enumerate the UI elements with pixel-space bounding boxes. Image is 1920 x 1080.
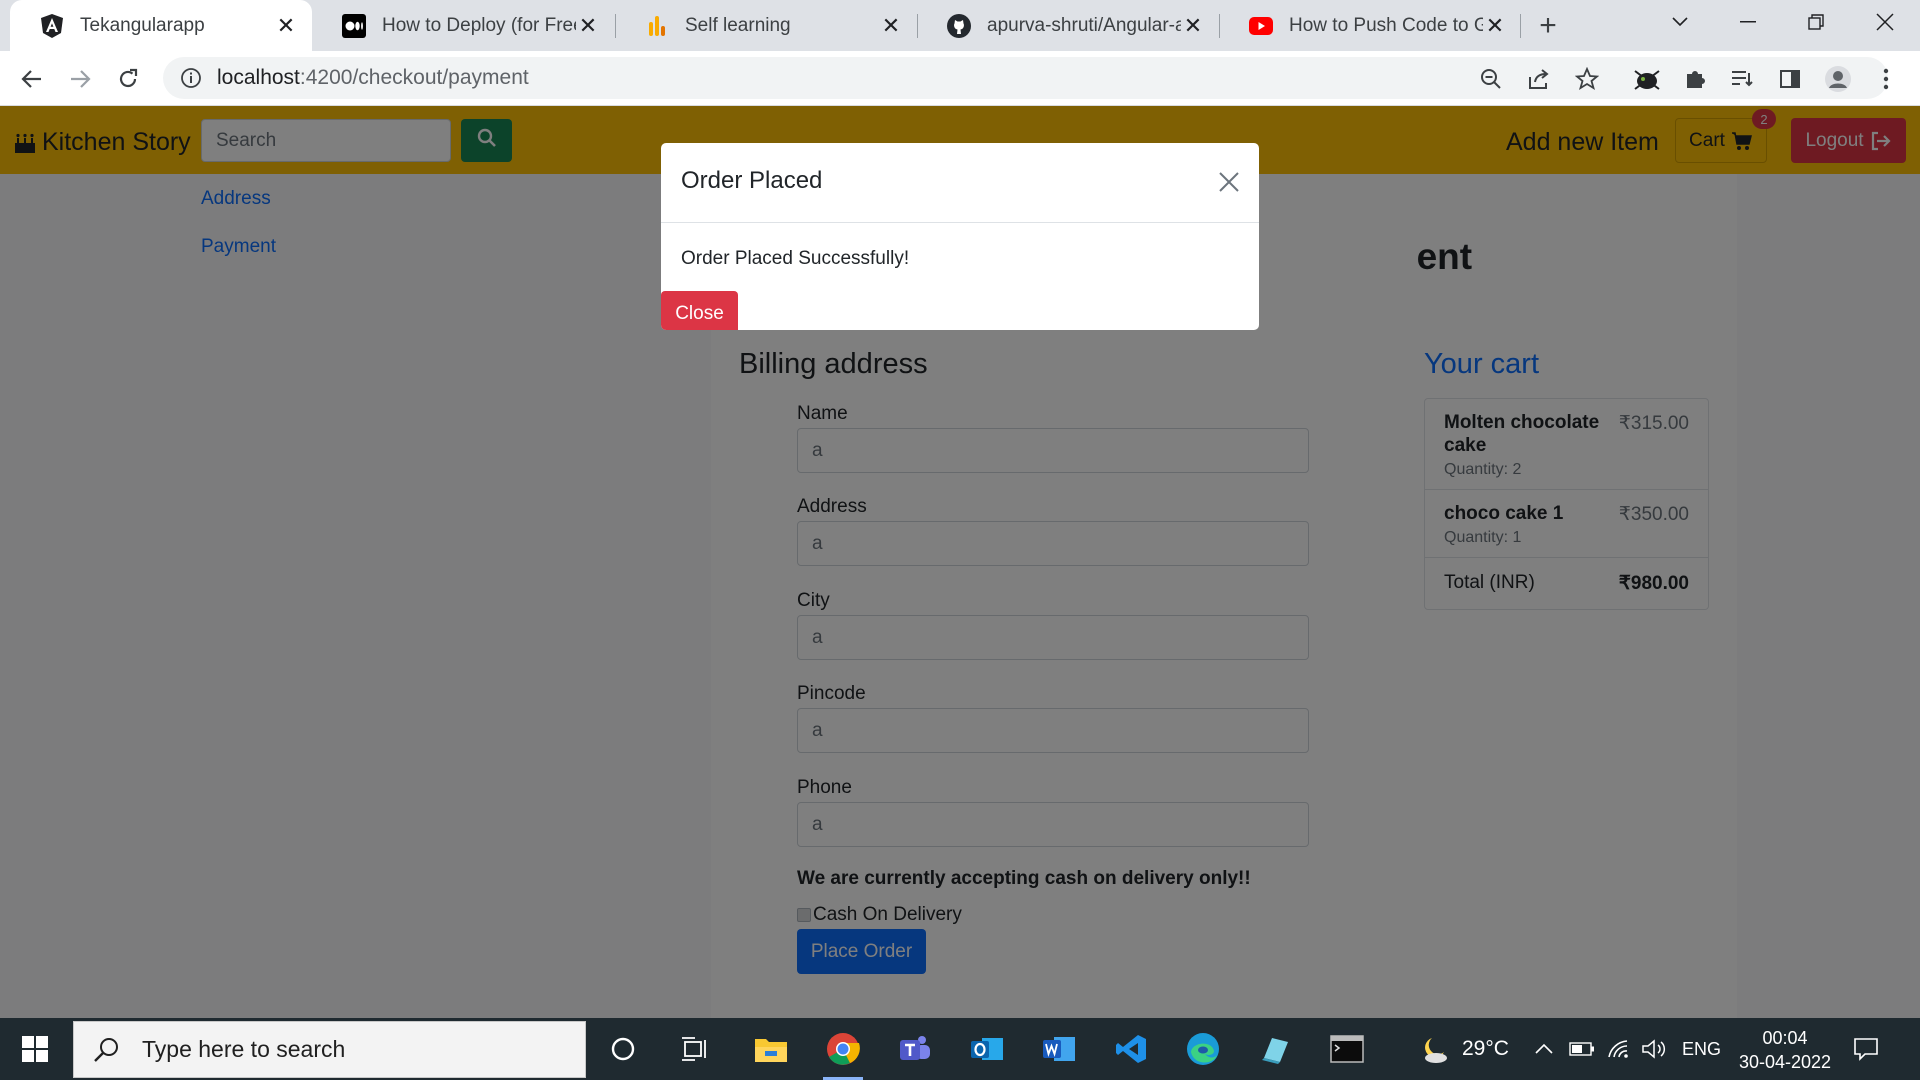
reload-icon[interactable] <box>110 61 146 97</box>
moon-cloud-icon <box>1425 1038 1447 1063</box>
cortana-icon[interactable] <box>597 1026 649 1072</box>
forward-arrow-icon[interactable] <box>62 61 98 97</box>
youtube-icon <box>1249 14 1273 38</box>
browser-tab-strip: Tekangularapp ✕ How to Deploy (for Free)… <box>0 0 1920 51</box>
close-icon[interactable]: ✕ <box>1483 13 1507 38</box>
bookmark-star-icon[interactable] <box>1569 61 1605 97</box>
side-panel-icon[interactable] <box>1772 61 1808 97</box>
restore-icon[interactable] <box>1781 0 1851 44</box>
teams-icon[interactable] <box>889 1026 941 1072</box>
edge-icon[interactable] <box>1177 1026 1229 1072</box>
show-hidden-icons-chevron-icon[interactable] <box>1534 1018 1554 1080</box>
modal-message: Order Placed Successfully! <box>681 248 910 269</box>
tab-title: How to Push Code to Gith <box>1289 14 1483 36</box>
browser-tab-youtube[interactable]: How to Push Code to Gith ✕ <box>1219 0 1521 51</box>
windows-start-icon[interactable] <box>0 1018 70 1080</box>
browser-tab-self-learning[interactable]: Self learning ✕ <box>615 0 917 51</box>
clock-date: 30-04-2022 <box>1738 1052 1832 1072</box>
github-icon <box>947 13 971 38</box>
profile-avatar-icon[interactable] <box>1820 61 1856 97</box>
outlook-icon[interactable] <box>961 1026 1013 1072</box>
tab-title: Self learning <box>685 14 791 36</box>
url-text: localhost:4200/checkout/payment <box>217 66 529 89</box>
tab-title: Tekangularapp <box>80 14 205 36</box>
browser-tab-tekangularapp[interactable]: Tekangularapp ✕ <box>10 0 312 51</box>
taskbar-search-input[interactable]: Type here to search <box>73 1021 586 1078</box>
close-icon[interactable]: ✕ <box>274 13 298 38</box>
input-language[interactable]: ENG <box>1682 1018 1721 1080</box>
site-info-icon[interactable] <box>179 66 203 90</box>
modal-close-button[interactable]: Close <box>661 291 738 330</box>
battery-icon[interactable] <box>1569 1018 1595 1080</box>
angular-icon <box>40 13 64 38</box>
tab-search-chevron-icon[interactable] <box>1645 0 1715 44</box>
zoom-out-icon[interactable] <box>1473 61 1509 97</box>
word-icon[interactable] <box>1033 1026 1085 1072</box>
tab-separator <box>1520 14 1521 38</box>
modal-header: Order Placed <box>661 143 1259 223</box>
vscode-icon[interactable] <box>1105 1026 1157 1072</box>
page-viewport: Kitchen Story Search Add new Item Cart 2… <box>0 106 1920 1018</box>
modal-close-icon[interactable] <box>1214 167 1244 197</box>
analytics-icon <box>645 14 669 38</box>
wifi-icon[interactable] <box>1607 1018 1631 1080</box>
tab-title: How to Deploy (for Free) a <box>382 14 576 36</box>
close-icon[interactable]: ✕ <box>576 13 600 38</box>
weather-temperature: 29°C <box>1462 1037 1509 1060</box>
volume-icon[interactable] <box>1641 1018 1667 1080</box>
menu-kebab-icon[interactable] <box>1868 61 1904 97</box>
extension-bug-icon[interactable] <box>1629 61 1665 97</box>
windows-taskbar: Type here to search 29°C ENG 00:04 30-04… <box>0 1018 1920 1080</box>
notepad-icon[interactable] <box>1249 1026 1301 1072</box>
new-tab-plus-icon[interactable]: + <box>1532 9 1564 42</box>
reading-list-icon[interactable] <box>1724 61 1760 97</box>
clock-time: 00:04 <box>1762 1028 1808 1048</box>
notifications-icon[interactable] <box>1853 1018 1879 1080</box>
browser-tab-deploy[interactable]: How to Deploy (for Free) a ✕ <box>312 0 614 51</box>
modal-title: Order Placed <box>681 167 823 194</box>
terminal-icon[interactable] <box>1321 1026 1373 1072</box>
medium-icon <box>342 13 366 38</box>
order-placed-modal: Order Placed Order Placed Successfully! … <box>661 143 1259 330</box>
browser-toolbar: localhost:4200/checkout/payment <box>0 51 1920 106</box>
close-icon[interactable]: ✕ <box>1181 13 1205 38</box>
search-icon <box>92 1035 122 1065</box>
file-explorer-icon[interactable] <box>745 1026 797 1072</box>
taskbar-clock[interactable]: 00:04 30-04-2022 <box>1730 1026 1840 1074</box>
browser-tab-github[interactable]: apurva-shruti/Angular-ap ✕ <box>917 0 1219 51</box>
chrome-icon[interactable] <box>817 1026 869 1080</box>
share-icon[interactable] <box>1521 61 1557 97</box>
task-view-icon[interactable] <box>669 1026 721 1072</box>
window-close-icon[interactable] <box>1850 0 1920 44</box>
tab-title: apurva-shruti/Angular-ap <box>987 14 1181 36</box>
taskbar-search-placeholder: Type here to search <box>142 1036 346 1062</box>
back-arrow-icon[interactable] <box>14 61 50 97</box>
close-icon[interactable]: ✕ <box>879 13 903 38</box>
weather-widget[interactable]: 29°C <box>1418 1018 1509 1080</box>
extensions-puzzle-icon[interactable] <box>1677 61 1713 97</box>
minimize-icon[interactable] <box>1713 0 1783 44</box>
